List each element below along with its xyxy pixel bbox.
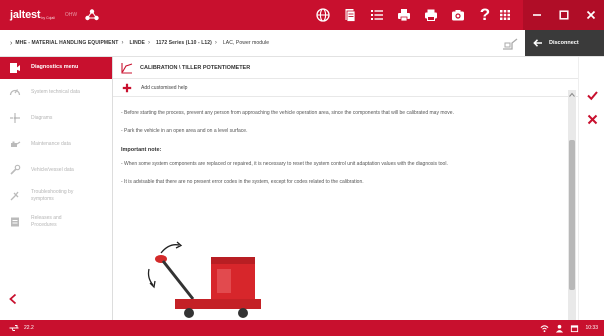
top-toolbar: jaltest by Cojali OHW ? <box>0 0 604 30</box>
note-paragraph: - When some system components are replac… <box>121 161 448 167</box>
breadcrumb-item[interactable]: 1172 Series (L10 - L12) <box>156 40 212 46</box>
connection-status-icon <box>503 38 518 50</box>
sidebar-item-releases-procedures[interactable]: Releases and Procedures <box>0 209 112 235</box>
sidebar-item-system-technical-data[interactable]: System technical data <box>0 79 112 105</box>
language-button[interactable] <box>312 0 334 30</box>
confirm-button[interactable] <box>579 83 604 107</box>
cancel-button[interactable] <box>579 107 604 131</box>
page-title-bar: CALIBRATION \ TILLER POTENTIOMETER <box>113 57 578 79</box>
maximize-icon <box>558 10 569 20</box>
help-icon: ? <box>479 5 491 24</box>
scroll-up-icon[interactable] <box>569 92 575 98</box>
logo-subtitle: by Cojali <box>41 16 55 20</box>
breadcrumb-separator: › <box>121 40 124 46</box>
molecule-icon <box>85 9 99 21</box>
breadcrumb-item-current: LAC, Power module <box>222 40 270 46</box>
list-button[interactable] <box>366 0 388 30</box>
apps-grid-button[interactable] <box>494 0 516 30</box>
print-icon <box>425 9 437 21</box>
document-icon <box>345 9 356 22</box>
releases-icon <box>8 215 22 229</box>
breadcrumb-lead-icon: › <box>10 39 13 47</box>
sidebar-item-label: Troubleshooting by symptoms <box>31 189 74 202</box>
sidebar-item-label: Diagrams <box>31 114 53 121</box>
troubleshooting-icon <box>8 189 22 203</box>
logo-extension: OHW <box>64 12 78 18</box>
clock-time: 10:33 <box>585 325 598 331</box>
sidebar-item-label: Maintenance data <box>31 140 71 147</box>
help-content: - Before starting the process, prevent a… <box>121 97 571 320</box>
sidebar-item-label: Releases and Procedures <box>31 215 62 228</box>
breadcrumb: › MHE - MATERIAL HANDLING EQUIPMENT › LI… <box>0 30 604 57</box>
arrow-left-icon <box>533 39 542 47</box>
close-icon <box>586 10 595 20</box>
content-scrollbar[interactable] <box>568 90 576 320</box>
scrollbar-thumb[interactable] <box>569 140 575 290</box>
printer-stack-icon <box>398 9 410 22</box>
instruction-paragraph: - Park the vehicle in an open area and o… <box>121 128 248 134</box>
logo-text: jaltest <box>10 9 41 21</box>
breadcrumb-separator: › <box>214 40 217 46</box>
calendar-icon <box>571 324 579 332</box>
list-icon <box>371 10 383 20</box>
sidebar-item-label: Vehicle/vessel data <box>31 166 74 173</box>
sidebar-item-label: Diagnostics menu <box>31 64 79 71</box>
back-chevron-icon[interactable] <box>8 293 18 305</box>
main-panel: CALIBRATION \ TILLER POTENTIOMETER Add c… <box>113 57 578 320</box>
gauge-icon <box>8 85 22 99</box>
help-button[interactable]: ? <box>474 0 496 30</box>
sidebar-item-maintenance-data[interactable]: Maintenance data <box>0 131 112 157</box>
sidebar-item-label: System technical data <box>31 88 80 95</box>
diagram-icon <box>8 111 22 125</box>
important-note-heading: Important note: <box>121 147 162 153</box>
page-title: CALIBRATION \ TILLER POTENTIOMETER <box>140 64 251 71</box>
disconnect-label: Disconnect <box>549 40 579 46</box>
plus-icon <box>122 83 132 92</box>
sidebar-item-diagnostics-menu[interactable]: Diagnostics menu <box>0 57 112 79</box>
close-window-button[interactable] <box>577 0 604 30</box>
wrench-icon <box>8 163 22 177</box>
user-icon <box>556 324 564 333</box>
disconnect-button[interactable]: Disconnect <box>525 30 604 56</box>
minimize-button[interactable] <box>523 0 550 30</box>
documents-button[interactable] <box>339 0 361 30</box>
breadcrumb-separator: › <box>147 40 150 46</box>
screenshot-button[interactable] <box>447 0 469 30</box>
note-paragraph: - It is advisable that there are no pres… <box>121 179 364 185</box>
battery-voltage: 22.2 <box>24 325 34 331</box>
minimize-icon <box>532 14 541 16</box>
print-list-button[interactable] <box>393 0 415 30</box>
wifi-icon <box>541 324 549 332</box>
add-custom-help-label: Add customised help <box>141 84 188 91</box>
sidebar-item-vehicle-vessel-data[interactable]: Vehicle/vessel data <box>0 157 112 183</box>
oil-can-icon <box>8 137 22 151</box>
instruction-paragraph: - Before starting the process, prevent a… <box>121 110 454 116</box>
maximize-button[interactable] <box>550 0 577 30</box>
globe-icon <box>316 8 330 22</box>
close-icon <box>587 114 597 124</box>
diagnostics-icon <box>8 61 22 75</box>
add-custom-help-button[interactable]: Add customised help <box>113 79 578 97</box>
camera-icon <box>452 10 464 21</box>
grid-icon <box>500 10 510 20</box>
sidebar: Diagnostics menu System technical data D… <box>0 57 113 320</box>
sidebar-item-troubleshooting[interactable]: Troubleshooting by symptoms <box>0 183 112 209</box>
status-bar: 22.2 10:33 <box>0 320 604 336</box>
check-icon <box>586 90 598 100</box>
action-column <box>578 57 604 320</box>
app-logo: jaltest by Cojali OHW <box>10 9 99 21</box>
pallet-truck-illustration <box>147 241 261 318</box>
sidebar-item-diagrams[interactable]: Diagrams <box>0 105 112 131</box>
calibration-chart-icon <box>121 62 133 74</box>
print-button[interactable] <box>420 0 442 30</box>
breadcrumb-item[interactable]: MHE - MATERIAL HANDLING EQUIPMENT <box>15 40 118 46</box>
usb-icon <box>9 325 19 331</box>
breadcrumb-item[interactable]: LINDE <box>129 40 145 46</box>
